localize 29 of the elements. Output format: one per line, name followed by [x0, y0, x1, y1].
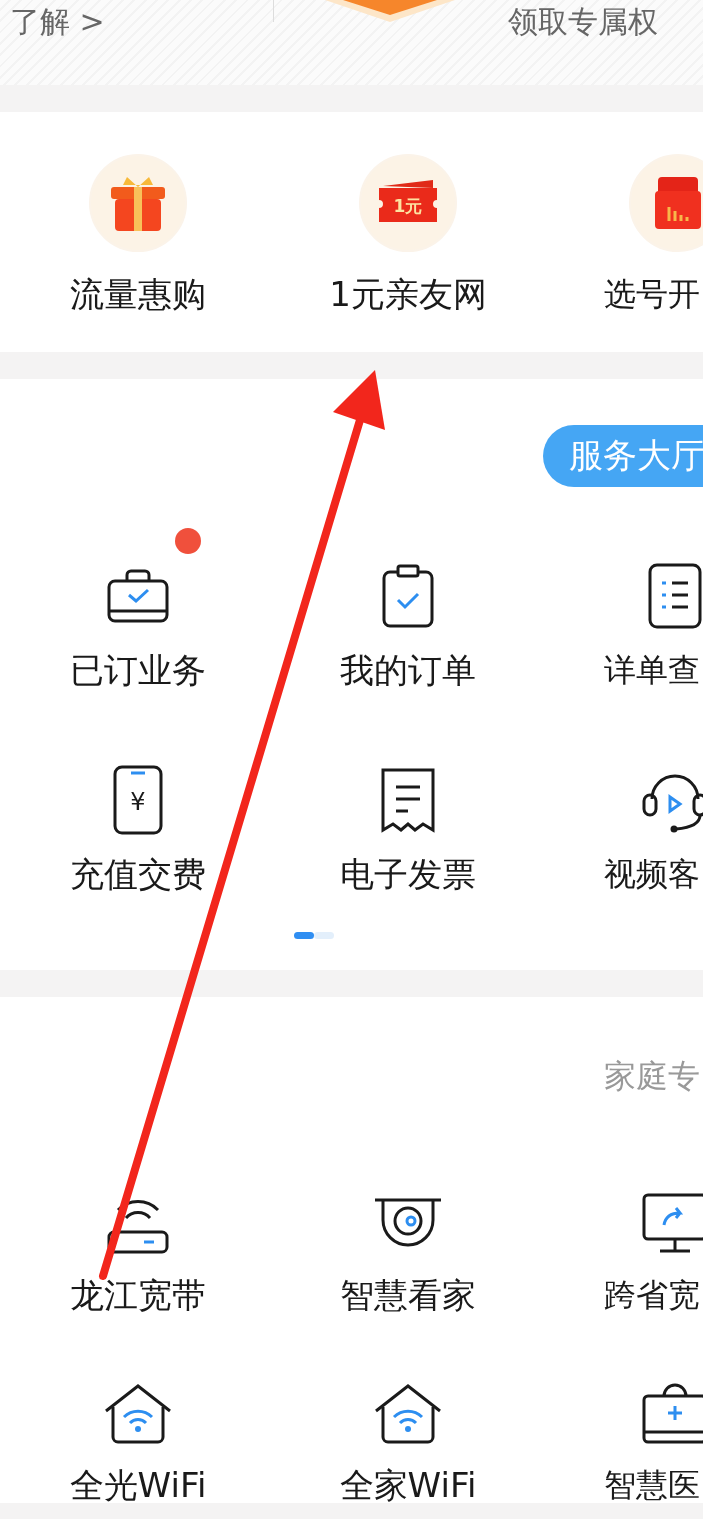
- learn-more-link[interactable]: 了解 >: [10, 2, 105, 43]
- family-label[interactable]: 智慧看家: [340, 1277, 476, 1313]
- banner-text: 领取专属权: [508, 3, 658, 41]
- family-label[interactable]: 智慧医: [604, 1467, 700, 1503]
- service-label[interactable]: 电子发票: [340, 856, 476, 892]
- service-label[interactable]: 视频客: [604, 856, 700, 892]
- family-label[interactable]: 全家WiFi: [339, 1467, 477, 1503]
- diamond-icon: [325, 0, 455, 22]
- section-title: 家庭专: [603, 1056, 700, 1097]
- promo-label[interactable]: 1元亲友网: [329, 276, 487, 312]
- monitor-icon: [642, 1193, 703, 1255]
- medkit-icon: [642, 1382, 703, 1446]
- promo-label[interactable]: 流量惠购: [70, 276, 206, 312]
- phone-yuan-icon: ¥: [113, 765, 163, 835]
- house-wifi-icon: [104, 1383, 172, 1445]
- bag-icon: [107, 567, 169, 625]
- service-label[interactable]: 我的订单: [340, 652, 476, 688]
- house-wifi-icon: [374, 1383, 442, 1445]
- service-label[interactable]: 已订业务: [70, 652, 206, 688]
- promo-label[interactable]: 选号开: [604, 276, 700, 312]
- family-label[interactable]: 龙江宽带: [70, 1277, 206, 1313]
- family-label[interactable]: 全光WiFi: [69, 1467, 207, 1503]
- receipt-icon: [380, 767, 436, 833]
- list-icon: [648, 563, 702, 629]
- service-label[interactable]: 充值交费: [70, 856, 206, 892]
- clipboard-icon: [382, 564, 434, 628]
- service-label[interactable]: 详单查: [604, 652, 700, 688]
- family-label[interactable]: 跨省宽: [604, 1277, 700, 1313]
- card-icon: [655, 177, 701, 229]
